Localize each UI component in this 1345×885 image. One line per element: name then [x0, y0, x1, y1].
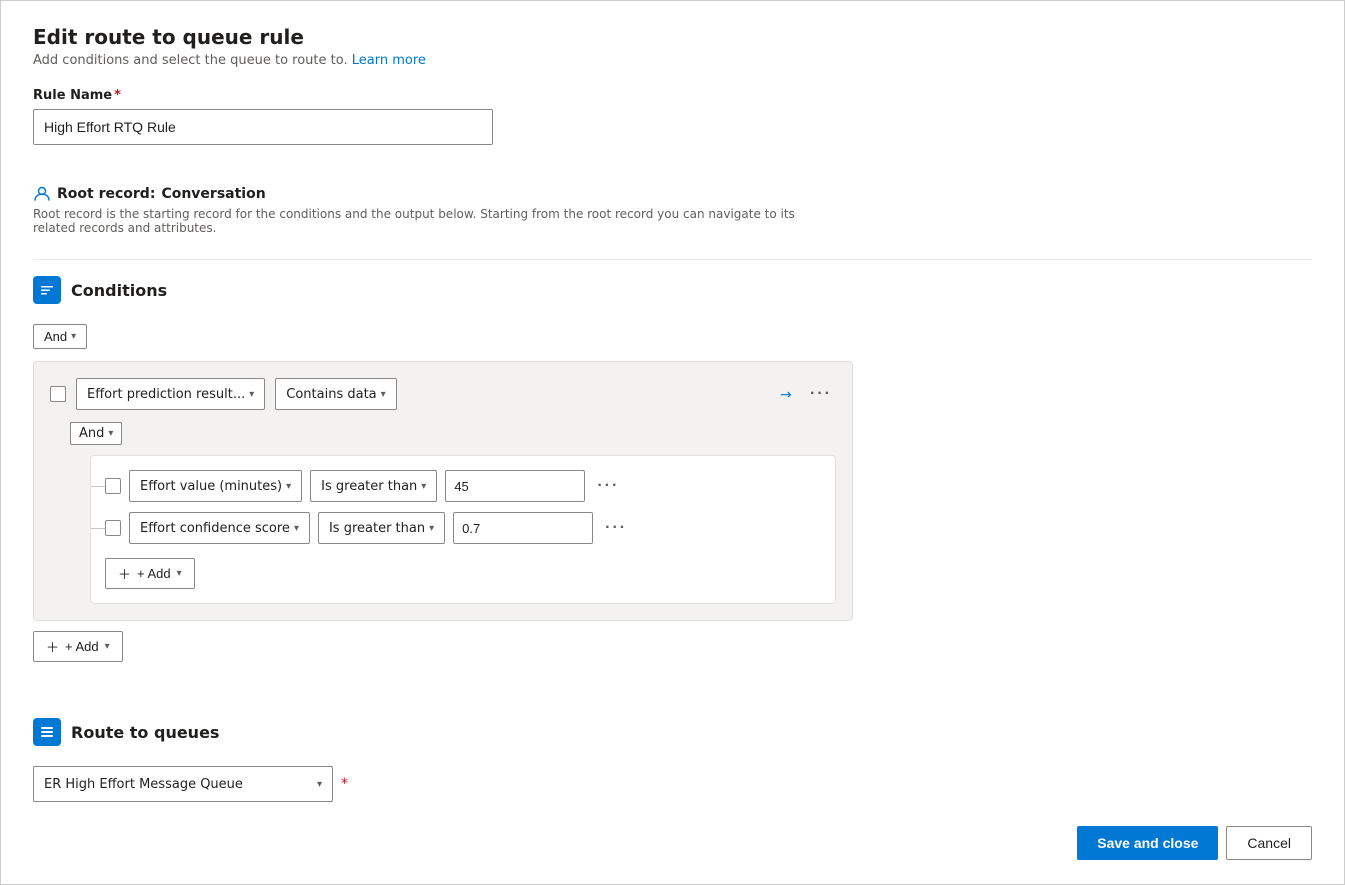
root-record-section: Root record: Conversation Root record is…	[33, 185, 1312, 235]
effort-confidence-chevron-icon: ▾	[294, 523, 299, 534]
greater-than-1-chevron-icon: ▾	[421, 481, 426, 492]
route-queues-title: Route to queues	[71, 723, 219, 742]
root-record-header: Root record: Conversation	[33, 185, 1312, 203]
expand-icon: ↗	[776, 384, 796, 404]
condition2-checkbox[interactable]	[105, 520, 121, 536]
outer-condition-box: Effort prediction result... ▾ Contains d…	[33, 361, 853, 621]
divider-1	[33, 259, 1312, 260]
expand-top-condition-button[interactable]: ↗	[776, 382, 796, 407]
queue-required-indicator: *	[341, 776, 348, 792]
outer-add-button[interactable]: ＋ + Add ▾	[33, 631, 123, 662]
learn-more-link[interactable]: Learn more	[352, 53, 426, 68]
conditions-icon	[39, 282, 55, 298]
condition1-value-input[interactable]	[445, 470, 585, 502]
conditions-area: And ▾ Effort prediction result... ▾ Cont…	[33, 324, 1312, 662]
queue-select-chevron-icon: ▾	[317, 779, 322, 790]
top-condition-checkbox[interactable]	[50, 386, 66, 402]
conditions-title: Conditions	[71, 281, 167, 300]
more-dots-icon: ···	[810, 385, 832, 403]
footer-buttons: Save and close Cancel	[1077, 826, 1312, 860]
condition-row-2: Effort confidence score ▾ Is greater tha…	[105, 512, 821, 544]
condition2-more-button[interactable]: ···	[601, 515, 631, 541]
outer-and-button[interactable]: And ▾	[33, 324, 87, 349]
conditions-section-header: Conditions	[33, 276, 1312, 304]
condition2-more-dots-icon: ···	[605, 519, 627, 537]
condition1-more-dots-icon: ···	[597, 477, 619, 495]
rule-name-label: Rule Name*	[33, 88, 1312, 103]
top-condition-more-button[interactable]: ···	[806, 381, 836, 407]
page-title: Edit route to queue rule	[33, 25, 1312, 49]
root-record-value: Conversation	[161, 186, 265, 202]
conditions-icon-box	[33, 276, 61, 304]
effort-confidence-dropdown[interactable]: Effort confidence score ▾	[129, 512, 310, 544]
queue-select-dropdown[interactable]: ER High Effort Message Queue ▾	[33, 766, 333, 802]
inner-and-box: Effort value (minutes) ▾ Is greater than…	[90, 455, 836, 604]
contains-data-dropdown[interactable]: Contains data ▾	[275, 378, 396, 410]
effort-value-dropdown[interactable]: Effort value (minutes) ▾	[129, 470, 302, 502]
root-record-label: Root record:	[57, 186, 155, 202]
rule-name-section: Rule Name*	[33, 88, 1312, 145]
condition-row-1: Effort value (minutes) ▾ Is greater than…	[105, 470, 821, 502]
greater-than-2-chevron-icon: ▾	[429, 523, 434, 534]
conditions-section: Conditions And ▾ Effort prediction resul…	[33, 276, 1312, 678]
greater-than-dropdown-1[interactable]: Is greater than ▾	[310, 470, 437, 502]
route-queues-header: Route to queues	[33, 718, 1312, 746]
route-queues-icon-box	[33, 718, 61, 746]
page-header: Edit route to queue rule Add conditions …	[33, 25, 1312, 88]
rule-name-input[interactable]	[33, 109, 493, 145]
contains-data-chevron-icon: ▾	[381, 389, 386, 400]
outer-add-chevron-icon: ▾	[105, 641, 110, 652]
condition1-checkbox[interactable]	[105, 478, 121, 494]
page-container: Edit route to queue rule Add conditions …	[0, 0, 1345, 885]
condition1-more-button[interactable]: ···	[593, 473, 623, 499]
greater-than-dropdown-2[interactable]: Is greater than ▾	[318, 512, 445, 544]
cancel-button[interactable]: Cancel	[1226, 826, 1312, 860]
queue-selector-row: ER High Effort Message Queue ▾ *	[33, 766, 1312, 802]
condition2-value-input[interactable]	[453, 512, 593, 544]
effort-prediction-dropdown[interactable]: Effort prediction result... ▾	[76, 378, 265, 410]
effort-value-chevron-icon: ▾	[286, 481, 291, 492]
page-subtitle: Add conditions and select the queue to r…	[33, 53, 1312, 68]
inner-add-button[interactable]: ＋ + Add ▾	[105, 558, 195, 589]
inner-conditions-wrapper: And ▾ Effort value (minutes) ▾	[70, 422, 836, 604]
inner-and-chevron-icon: ▾	[108, 428, 113, 439]
inner-add-chevron-icon: ▾	[177, 568, 182, 579]
root-record-desc: Root record is the starting record for t…	[33, 207, 833, 235]
save-and-close-button[interactable]: Save and close	[1077, 826, 1218, 860]
route-queues-section: Route to queues ER High Effort Message Q…	[33, 718, 1312, 802]
inner-and-button[interactable]: And ▾	[70, 422, 122, 445]
root-record-icon	[33, 185, 51, 203]
effort-prediction-chevron-icon: ▾	[249, 389, 254, 400]
outer-and-chevron-icon: ▾	[71, 331, 76, 342]
top-condition-row: Effort prediction result... ▾ Contains d…	[50, 378, 836, 410]
route-queues-icon	[39, 724, 55, 740]
outer-add-plus-icon: ＋	[46, 637, 59, 656]
inner-add-plus-icon: ＋	[118, 564, 131, 583]
